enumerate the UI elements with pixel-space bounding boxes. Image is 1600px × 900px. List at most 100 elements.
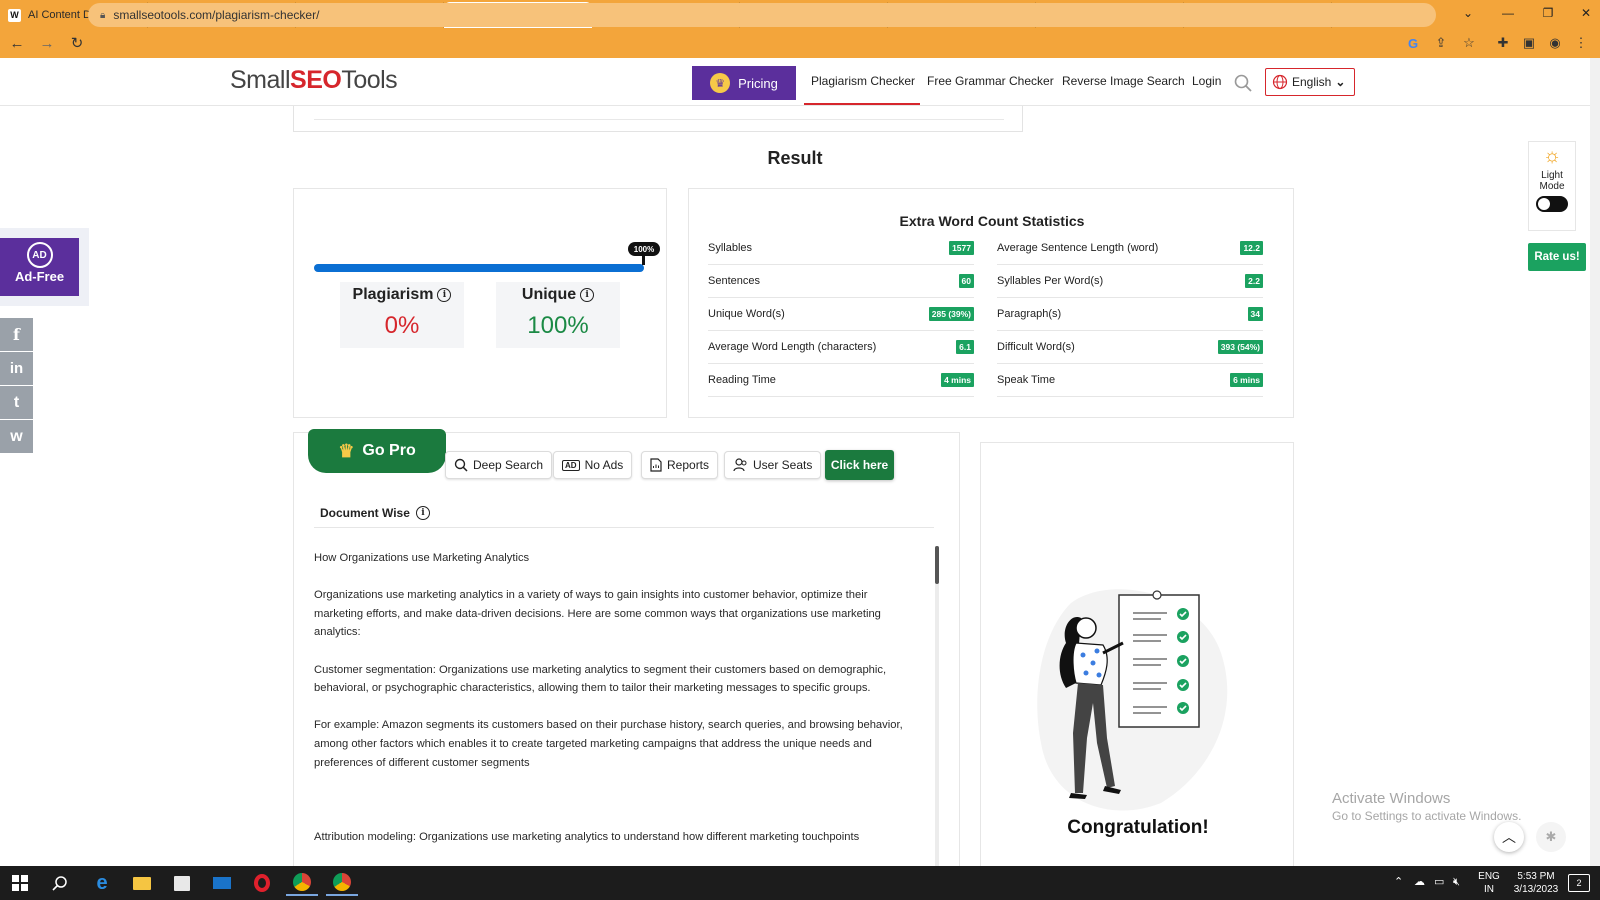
extensions-icon[interactable]: ✚ xyxy=(1494,34,1512,52)
windows-start-icon[interactable] xyxy=(4,870,36,896)
stat-label: Average Word Length (characters) xyxy=(708,341,877,353)
network-icon[interactable]: ▭ xyxy=(1434,876,1444,889)
document-scrollbar[interactable] xyxy=(935,546,939,866)
site-logo[interactable]: SmallSEOTools xyxy=(230,66,398,95)
page-scrollbar[interactable] xyxy=(1590,58,1600,866)
input-language-indicator[interactable]: ENG IN xyxy=(1475,870,1503,896)
no-ads-icon: AD xyxy=(562,459,580,471)
linkedin-share-icon[interactable]: in xyxy=(0,352,33,385)
speaker-muted-icon[interactable]: 🔇︎ xyxy=(1453,876,1460,889)
bookmark-star-icon[interactable]: ☆ xyxy=(1460,34,1478,52)
document-paragraph xyxy=(314,791,919,810)
info-icon[interactable]: i xyxy=(437,288,452,302)
go-pro-tab[interactable]: ♛ Go Pro xyxy=(308,429,446,473)
search-icon[interactable] xyxy=(44,870,76,896)
nav-plagiarism-checker[interactable]: Plagiarism Checker xyxy=(811,74,915,88)
stat-row: Average Sentence Length (word) 12.2 xyxy=(997,232,1263,265)
google-icon[interactable]: G xyxy=(1404,34,1422,52)
site-header: SmallSEOTools ♛ Pricing Plagiarism Check… xyxy=(0,58,1600,106)
no-ads-button[interactable]: AD No Ads xyxy=(553,451,633,479)
search-icon[interactable] xyxy=(1234,74,1252,92)
reload-icon[interactable]: ↻ xyxy=(64,30,90,56)
mail-icon[interactable] xyxy=(206,870,238,896)
facebook-share-icon[interactable]: f xyxy=(0,318,33,351)
word-count-stats-card: Extra Word Count Statistics Syllables 157… xyxy=(688,188,1294,418)
back-arrow-icon[interactable]: ← xyxy=(4,30,30,56)
document-paragraph: Customer segmentation: Organizations use… xyxy=(314,663,887,695)
reports-button[interactable]: Reports xyxy=(641,451,719,479)
info-icon[interactable]: i xyxy=(415,506,430,520)
stat-value-badge: 285 (39%) xyxy=(928,307,974,321)
share-page-icon[interactable]: ⇪ xyxy=(1432,34,1450,52)
dark-mode-toggle[interactable] xyxy=(1536,196,1568,212)
url-input[interactable]: 🔒︎ smallseotools.com/plagiarism-checker/ xyxy=(88,3,1436,27)
whatsapp-share-icon[interactable]: w xyxy=(0,420,33,453)
document-scrollbar-thumb[interactable] xyxy=(935,546,939,584)
stat-value-badge: 12.2 xyxy=(1240,241,1263,255)
tray-overflow-icon[interactable]: ⌃ xyxy=(1394,876,1403,889)
clock[interactable]: 5:53 PM 3/13/2023 xyxy=(1508,870,1564,896)
stat-value-badge: 4 mins xyxy=(941,373,974,387)
progress-fill xyxy=(314,264,644,272)
url-text: smallseotools.com/plagiarism-checker/ xyxy=(113,8,320,22)
minimize-button[interactable]: — xyxy=(1488,0,1528,26)
stat-row: Average Word Length (characters) 6.1 xyxy=(708,331,974,364)
opera-icon[interactable] xyxy=(246,870,278,896)
progress-percentage-badge: 100% xyxy=(628,242,660,256)
congratulation-title: Congratulation! xyxy=(1067,817,1209,838)
chevron-down-icon: ⌄ xyxy=(1335,75,1346,89)
ad-free-button[interactable]: AD Ad-Free xyxy=(0,238,79,296)
stat-value-badge: 6.1 xyxy=(956,340,974,354)
nav-login[interactable]: Login xyxy=(1192,74,1221,88)
checklist-illustration xyxy=(1037,589,1228,811)
bug-report-icon[interactable]: ✱ xyxy=(1536,822,1566,852)
info-icon[interactable]: i xyxy=(580,288,595,302)
sun-icon: ☼ xyxy=(1542,145,1562,167)
stat-row: Unique Word(s) 285 (39%) xyxy=(708,298,974,331)
deep-search-button[interactable]: Deep Search xyxy=(445,451,553,479)
text-input-area-bottom xyxy=(293,106,1023,132)
chrome-profile-icon[interactable] xyxy=(326,870,358,896)
congratulation-card: Congratulation! xyxy=(980,442,1294,866)
nav-reverse-image-search[interactable]: Reverse Image Search xyxy=(1062,74,1185,88)
rate-us-button[interactable]: Rate us! xyxy=(1528,243,1586,271)
side-panel-icon[interactable]: ▣ xyxy=(1520,34,1538,52)
stat-value-badge: 60 xyxy=(958,274,974,288)
stat-value-badge: 6 mins xyxy=(1230,373,1263,387)
nav-grammar-checker[interactable]: Free Grammar Checker xyxy=(927,74,1054,88)
profile-avatar-icon[interactable]: ◉ xyxy=(1546,34,1564,52)
result-heading: Result xyxy=(767,148,823,168)
stat-value-badge: 2.2 xyxy=(1245,274,1263,288)
divider xyxy=(314,527,934,528)
click-here-button[interactable]: Click here xyxy=(825,450,894,480)
user-seats-button[interactable]: User Seats xyxy=(724,451,822,479)
pricing-button[interactable]: ♛ Pricing xyxy=(692,66,796,100)
stat-label: Syllables xyxy=(708,242,753,254)
tab-search-icon[interactable]: ⌄ xyxy=(1448,0,1488,26)
language-select[interactable]: English ⌄ xyxy=(1265,68,1355,96)
lock-icon: 🔒︎ xyxy=(100,9,106,21)
scroll-to-top-button[interactable]: ︿ xyxy=(1494,822,1524,852)
onedrive-icon[interactable]: ☁ xyxy=(1414,876,1425,889)
document-paragraph: How Organizations use Marketing Analytic… xyxy=(314,552,530,564)
stat-label: Speak Time xyxy=(997,374,1056,386)
chrome-icon[interactable] xyxy=(286,870,318,896)
edge-browser-icon[interactable]: e xyxy=(86,870,118,896)
document-results-card: ♛ Go Pro Deep Search AD No Ads Reports U… xyxy=(293,429,960,866)
store-icon[interactable] xyxy=(166,870,198,896)
plagiarism-value: 0% xyxy=(384,312,420,339)
plagiarism-metric: Plagiarism i 0% xyxy=(340,282,464,348)
no-ads-icon: AD xyxy=(26,242,53,268)
twitter-share-icon[interactable]: t xyxy=(0,386,33,419)
notification-center-icon[interactable]: 2 xyxy=(1568,874,1590,892)
active-nav-underline xyxy=(804,103,920,105)
stat-row: Syllables Per Word(s) 2.2 xyxy=(997,265,1263,298)
restore-button[interactable]: ❐ xyxy=(1528,0,1568,26)
stat-row: Paragraph(s) 34 xyxy=(997,298,1263,331)
globe-icon xyxy=(1272,74,1288,90)
browser-menu-icon[interactable]: ⋮ xyxy=(1572,34,1590,52)
close-window-button[interactable]: ✕ xyxy=(1566,0,1600,26)
stat-value-badge: 1577 xyxy=(949,241,974,255)
forward-arrow-icon[interactable]: → xyxy=(34,30,60,56)
file-explorer-icon[interactable] xyxy=(126,870,158,896)
